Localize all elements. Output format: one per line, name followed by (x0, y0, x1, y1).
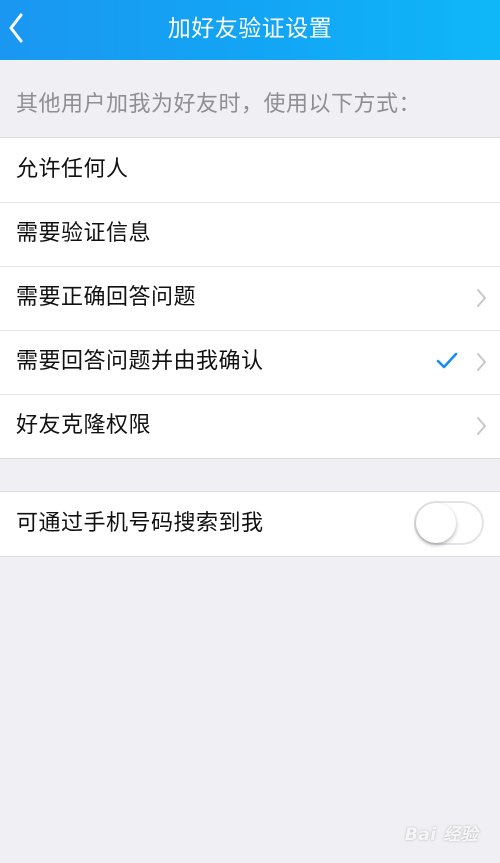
phone-search-setting: 可通过手机号码搜索到我 (0, 491, 500, 557)
option-friend-clone-permission[interactable]: 好友克隆权限 (0, 394, 500, 458)
phone-search-toggle[interactable] (414, 501, 484, 545)
option-label: 允许任何人 (16, 157, 129, 182)
navigation-bar: 加好友验证设置 (0, 0, 500, 60)
chevron-right-icon (477, 289, 486, 307)
option-require-verification-message[interactable]: 需要验证信息 (0, 202, 500, 266)
toggle-knob (416, 503, 456, 543)
option-allow-anyone[interactable]: 允许任何人 (0, 138, 500, 202)
option-label: 需要回答问题并由我确认 (16, 349, 264, 374)
watermark-logo: Bai 经验 (404, 825, 478, 845)
option-label: 需要验证信息 (16, 221, 152, 246)
checkmark-icon (436, 352, 458, 369)
section-caption: 其他用户加我为好友时，使用以下方式： (16, 92, 422, 117)
option-label: 需要正确回答问题 (16, 285, 197, 310)
chevron-right-icon (477, 353, 486, 371)
phone-search-row: 可通过手机号码搜索到我 (0, 492, 500, 556)
option-require-correct-answer[interactable]: 需要正确回答问题 (0, 266, 500, 330)
verification-options-list: 允许任何人 需要验证信息 需要正确回答问题 需要回答问题并由我确认 好友克隆权限 (0, 137, 500, 459)
page-title: 加好友验证设置 (167, 16, 333, 42)
option-label: 好友克隆权限 (16, 413, 152, 438)
phone-search-label: 可通过手机号码搜索到我 (16, 511, 264, 536)
chevron-right-icon (477, 417, 486, 435)
screen: 加好友验证设置 其他用户加我为好友时，使用以下方式： 允许任何人 需要验证信息 … (0, 0, 500, 863)
option-answer-and-confirm[interactable]: 需要回答问题并由我确认 (0, 330, 500, 394)
